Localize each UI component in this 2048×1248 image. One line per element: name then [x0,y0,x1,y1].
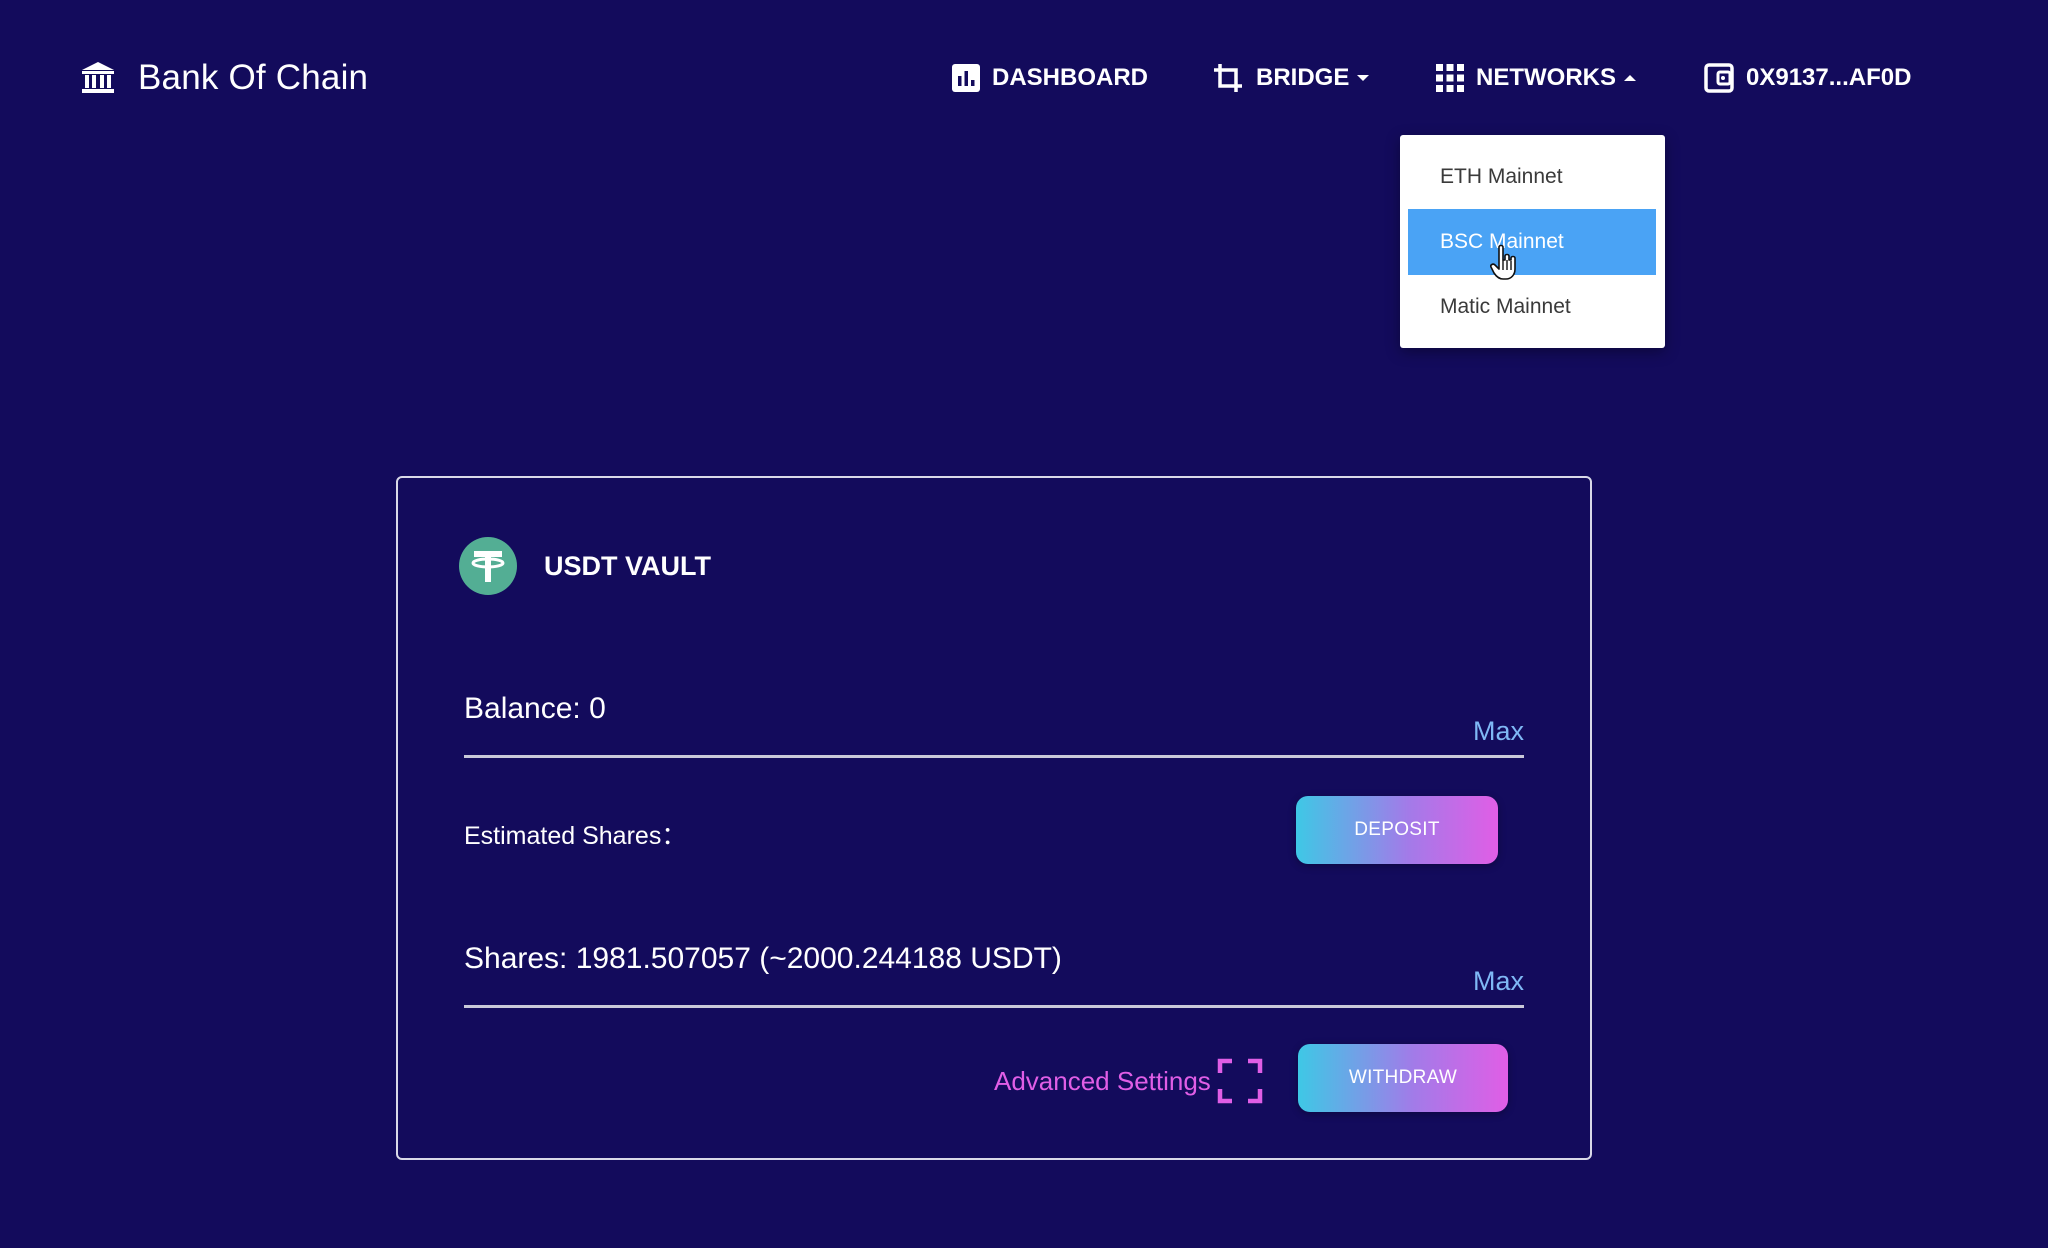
deposit-button[interactable]: DEPOSIT [1296,796,1498,864]
usdt-icon [458,536,518,596]
caret-down-icon [1357,74,1370,82]
vault-title: USDT VAULT [544,550,711,581]
nav-dashboard[interactable]: DASHBOARD [952,58,1148,98]
wallet-icon [1704,63,1734,93]
nav-wallet[interactable]: 0X9137...AF0D [1704,58,1911,98]
withdraw-amount-field[interactable]: Shares: 1981.507057 (~2000.244188 USDT) … [464,928,1524,1008]
network-option-label: ETH Mainnet [1440,165,1563,188]
deposit-amount-field[interactable]: Balance: 0 Max [464,678,1524,758]
brand-title: Bank Of Chain [138,58,369,97]
advanced-settings-label: Advanced Settings [994,1065,1211,1096]
brand[interactable]: Bank Of Chain [80,52,368,104]
estimated-shares-label: Estimated Shares： [464,822,687,850]
networks-dropdown: ETH Mainnet BSC Mainnet Matic Mainnet [1400,135,1665,348]
network-option-eth[interactable]: ETH Mainnet [1408,144,1656,210]
bank-icon [80,60,116,96]
nav-networks-label: NETWORKS [1476,64,1616,91]
deposit-max-button[interactable]: Max [1473,716,1524,747]
withdraw-max-button[interactable]: Max [1473,966,1524,997]
nav-dashboard-label: DASHBOARD [992,64,1148,91]
wallet-address: 0X9137...AF0D [1746,64,1912,91]
nav-networks[interactable]: NETWORKS [1436,58,1636,98]
advanced-settings-button[interactable]: Advanced Settings [994,1056,1263,1106]
hand-cursor-icon [1490,244,1520,287]
grid-icon [1436,64,1464,92]
shares-text: Shares: 1981.507057 (~2000.244188 USDT) [464,942,1062,975]
caret-up-icon [1624,74,1636,82]
bar-chart-icon [952,64,980,92]
vault-card: USDT VAULT Balance: 0 Max Estimated Shar… [396,476,1592,1160]
crop-icon [1212,62,1244,94]
network-option-label: Matic Mainnet [1440,295,1571,318]
expand-icon [1211,1058,1263,1104]
vault-header: USDT VAULT [458,536,711,596]
network-option-matic[interactable]: Matic Mainnet [1408,274,1656,340]
balance-text: Balance: 0 [464,692,606,725]
withdraw-button[interactable]: WITHDRAW [1298,1044,1508,1112]
nav-bridge-label: BRIDGE [1256,64,1350,91]
network-option-bsc[interactable]: BSC Mainnet [1408,209,1656,275]
nav-bridge[interactable]: BRIDGE [1212,58,1370,98]
